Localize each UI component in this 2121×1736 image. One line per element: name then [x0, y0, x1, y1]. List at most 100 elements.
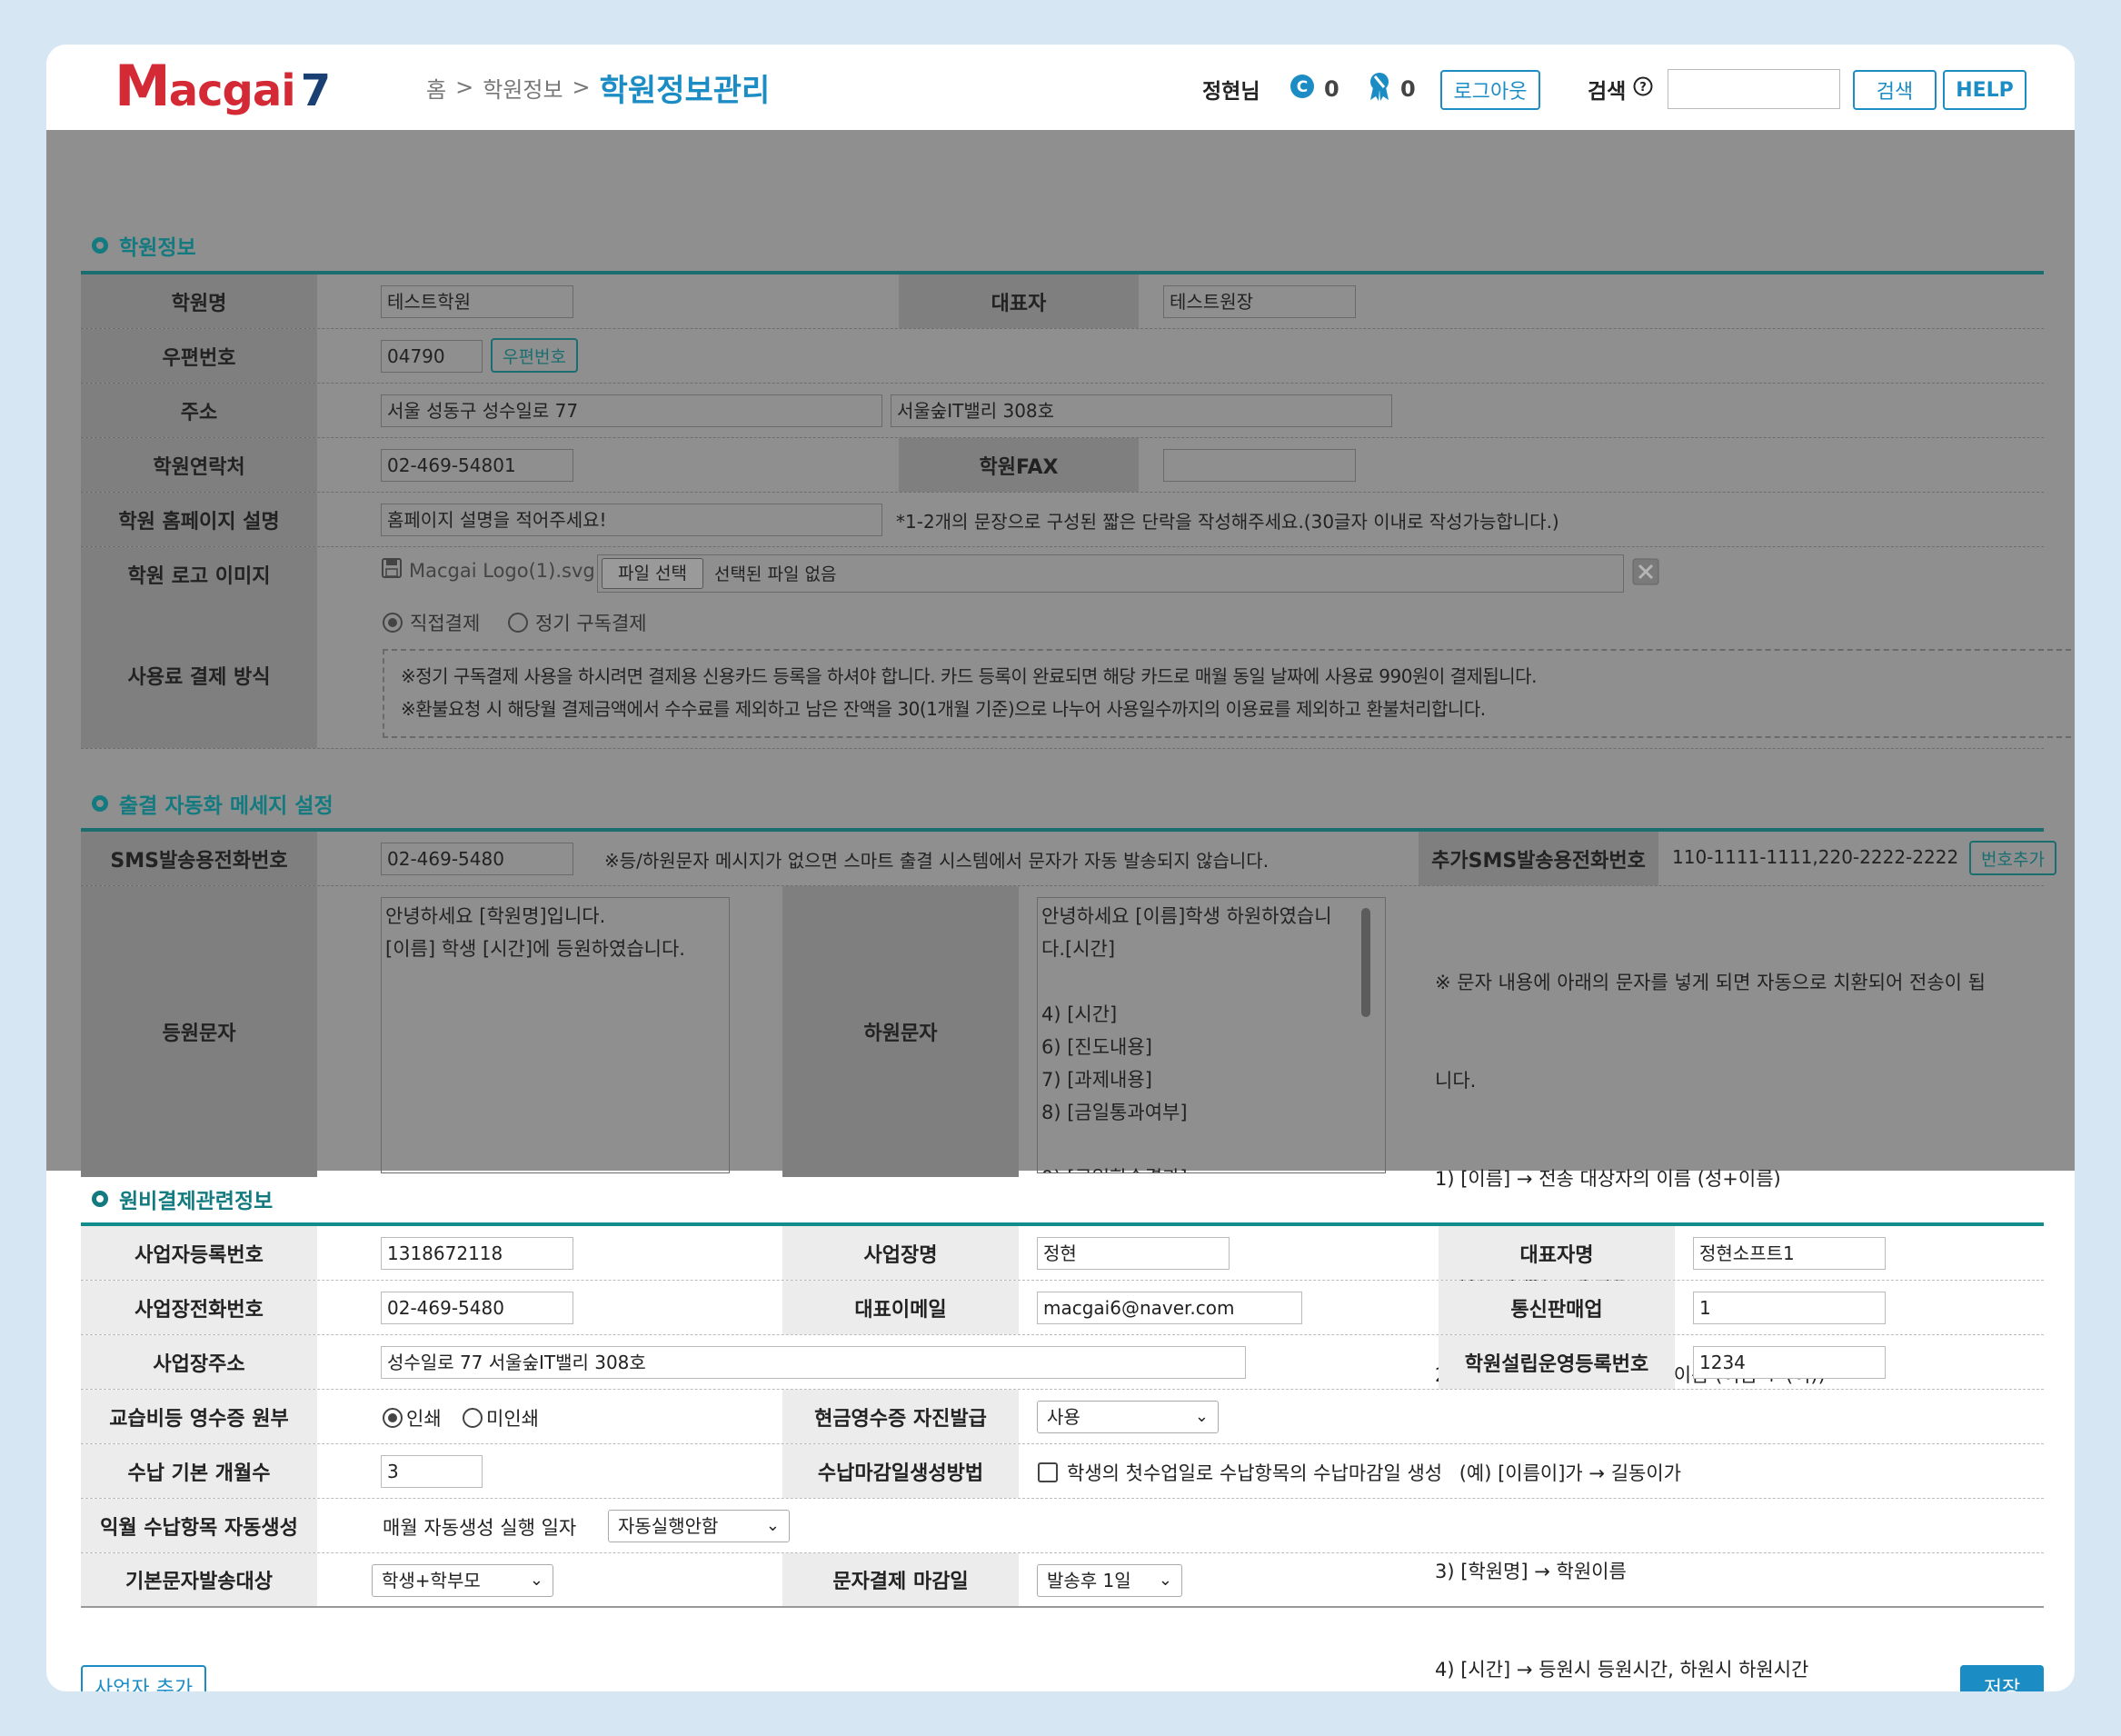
radio-unselected-icon[interactable] — [508, 613, 528, 633]
message-due-value: 발송후 1일 — [1047, 1570, 1131, 1591]
billing-row-3: 사업장주소 성수일로 77 서울숲IT밸리 308호 학원설립운영등록번호 12… — [81, 1335, 2044, 1390]
label-zip: 우편번호 — [81, 329, 317, 383]
label-sms-number: SMS발송용전화번호 — [81, 832, 317, 885]
default-months-input[interactable]: 3 — [381, 1455, 483, 1488]
label-message-due: 문자결제 마감일 — [782, 1553, 1019, 1606]
bullet-icon — [92, 795, 108, 812]
phone-input[interactable]: 02-469-54801 — [381, 449, 573, 482]
delete-file-icon[interactable] — [1632, 558, 1659, 589]
section-title-text: 학원정보 — [119, 236, 196, 260]
radio-selected-icon[interactable] — [383, 613, 403, 633]
ribbon-points: 0 — [1368, 68, 1416, 110]
due-date-method-checkbox[interactable]: 학생의 첫수업일로 수납항목의 수납마감일 생성 — [1038, 1459, 1442, 1486]
label-address: 주소 — [81, 384, 317, 437]
representative-input[interactable]: 테스트원장 — [1163, 285, 1356, 318]
academy-name-input[interactable]: 테스트학원 — [381, 285, 573, 318]
billing-row-1: 사업자등록번호 1318672118 사업장명 정현 대표자명 정현소프트1 — [81, 1226, 2044, 1281]
form-row-sms: SMS발송용전화번호 02-469-5480 ※등/하원문자 메시지가 없으면 … — [81, 832, 2056, 886]
business-phone-input[interactable]: 02-469-5480 — [381, 1292, 573, 1324]
section-title-text: 출결 자동화 메세지 설정 — [119, 794, 334, 818]
label-business-number: 사업자등록번호 — [81, 1226, 317, 1280]
payment-option-direct[interactable]: 직접결제 — [383, 609, 480, 636]
payment-option-subscription[interactable]: 정기 구독결제 — [508, 609, 647, 636]
payment-option-label: 직접결제 — [410, 613, 481, 634]
business-name-input[interactable]: 정현 — [1037, 1237, 1230, 1270]
user-name: 정현님 — [1202, 80, 1260, 104]
auto-generate-value: 자동실행안함 — [618, 1515, 719, 1537]
email-input[interactable]: macgai6@naver.com — [1037, 1292, 1302, 1324]
form-row-phone: 학원연락처 02-469-54801 학원FAX — [81, 438, 2044, 493]
search-input[interactable] — [1668, 69, 1840, 109]
logo-current-file: Macgai Logo(1).svg — [382, 558, 595, 583]
help-button[interactable]: HELP — [1943, 70, 2026, 110]
cash-receipt-value: 사용 — [1047, 1406, 1080, 1428]
chevron-down-icon: ⌄ — [1194, 1407, 1209, 1426]
form-row-description: 학원 홈페이지 설명 홈페이지 설명을 적어주세요! *1-2개의 문장으로 구… — [81, 493, 2044, 547]
add-number-button[interactable]: 번호추가 — [1969, 841, 2056, 875]
checkbox-unchecked-icon[interactable] — [1038, 1462, 1058, 1482]
cash-receipt-select[interactable]: 사용 ⌄ — [1037, 1401, 1219, 1433]
logo-file-name: Macgai Logo(1).svg — [409, 559, 595, 582]
file-select-button[interactable]: 파일 선택 — [602, 558, 703, 589]
label-registration-number: 학원설립운영등록번호 — [1439, 1335, 1675, 1389]
save-button[interactable]: 저장 — [1960, 1665, 2044, 1691]
billing-row-4: 교습비등 영수증 원부 인쇄 미인쇄 현금영수증 자진발급 사용 ⌄ — [81, 1390, 2044, 1444]
label-cash-receipt: 현금영수증 자진발급 — [782, 1390, 1019, 1443]
app-window: Macgai 7 홈 > 학원정보 > 학원정보관리 정현님 C 0 0 로그아웃… — [46, 45, 2075, 1691]
billing-row-6: 익월 수납항목 자동생성 매월 자동생성 실행 일자 자동실행안함 ⌄ — [81, 1499, 2044, 1553]
breadcrumb-separator: > — [455, 75, 474, 100]
file-picker[interactable]: 파일 선택 선택된 파일 없음 — [597, 554, 1624, 593]
message-target-select[interactable]: 학생+학부모 ⌄ — [372, 1564, 553, 1597]
breadcrumb-home[interactable]: 홈 — [426, 72, 446, 104]
description-input[interactable]: 홈페이지 설명을 적어주세요! — [381, 504, 882, 536]
sms-number-input[interactable]: 02-469-5480 — [381, 843, 573, 875]
file-none-text: 선택된 파일 없음 — [714, 564, 837, 584]
receipt-option-print[interactable]: 인쇄 — [383, 1404, 442, 1432]
breadcrumb-separator: > — [572, 75, 591, 100]
label-business-phone: 사업장전화번호 — [81, 1281, 317, 1334]
bullet-icon — [92, 1191, 108, 1207]
label-academy-name: 학원명 — [81, 274, 317, 328]
fax-input[interactable] — [1163, 449, 1356, 482]
ribbon-icon — [1368, 71, 1391, 107]
add-business-button[interactable]: 사업자 추가 — [81, 1665, 206, 1691]
due-date-method-text: 학생의 첫수업일로 수납항목의 수납마감일 생성 — [1067, 1462, 1443, 1484]
section-title-text: 원비결제관련정보 — [119, 1190, 274, 1213]
radio-unselected-icon[interactable] — [463, 1408, 483, 1428]
coin-icon: C — [1290, 74, 1315, 105]
business-address-input[interactable]: 성수일로 77 서울숲IT밸리 308호 — [381, 1346, 1246, 1379]
save-disk-icon — [382, 558, 402, 583]
breadcrumb-academy-info[interactable]: 학원정보 — [483, 72, 563, 104]
macgai-logo[interactable]: Macgai 7 — [115, 50, 331, 123]
receipt-option-noprint[interactable]: 미인쇄 — [463, 1404, 539, 1432]
dimmed-overlay-region: 학원정보 학원명 테스트학원 대표자 테스트원장 우편번호 04790 우편번호… — [46, 130, 2075, 1681]
label-ceo-name: 대표자명 — [1439, 1226, 1675, 1280]
receipt-option-label: 인쇄 — [406, 1408, 442, 1430]
textarea-scrollbar[interactable] — [1361, 908, 1370, 1017]
logout-button[interactable]: 로그아웃 — [1440, 70, 1540, 110]
business-number-input[interactable]: 1318672118 — [381, 1237, 573, 1270]
checkin-message-textarea[interactable]: 안녕하세요 [학원명]입니다. [이름] 학생 [시간]에 등원하였습니다. — [381, 897, 730, 1173]
label-default-months: 수납 기본 개월수 — [81, 1444, 317, 1498]
search-button[interactable]: 검색 — [1853, 70, 1937, 110]
message-due-select[interactable]: 발송후 1일 ⌄ — [1037, 1564, 1182, 1597]
zip-input[interactable]: 04790 — [381, 340, 483, 373]
registration-number-input[interactable]: 1234 — [1693, 1346, 1886, 1379]
address-detail-input[interactable]: 서울숲IT밸리 308호 — [891, 394, 1392, 427]
ceo-name-input[interactable]: 정현소프트1 — [1693, 1237, 1886, 1270]
payment-option-label: 정기 구독결제 — [535, 613, 647, 634]
auto-generate-select[interactable]: 자동실행안함 ⌄ — [608, 1510, 790, 1542]
form-row-name: 학원명 테스트학원 대표자 테스트원장 — [81, 274, 2044, 329]
label-due-date-method: 수납마감일생성방법 — [782, 1444, 1019, 1498]
label-description: 학원 홈페이지 설명 — [81, 493, 317, 546]
bullet-icon — [92, 237, 108, 254]
address-input[interactable]: 서울 성동구 성수일로 77 — [381, 394, 882, 427]
help-circle-icon[interactable]: ? — [1633, 76, 1653, 102]
mail-order-input[interactable]: 1 — [1693, 1292, 1886, 1324]
zip-search-button[interactable]: 우편번호 — [491, 338, 578, 373]
label-email: 대표이메일 — [782, 1281, 1019, 1334]
ribbon-count: 0 — [1400, 76, 1416, 102]
radio-selected-icon[interactable] — [383, 1408, 403, 1428]
logo-number: 7 — [300, 65, 332, 116]
checkout-message-textarea[interactable]: 안녕하세요 [이름]학생 하원하였습니 다.[시간] 4) [시간] 6) [진… — [1037, 897, 1386, 1173]
